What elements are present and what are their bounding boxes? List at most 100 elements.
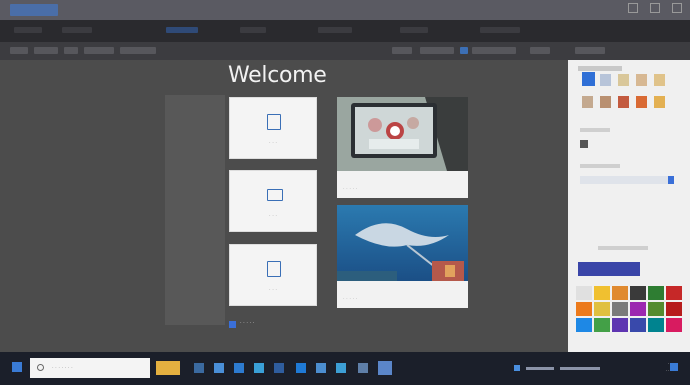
show-on-startup-checkbox[interactable]: [229, 321, 236, 328]
taskbar-app-icon[interactable]: [296, 363, 306, 373]
manta-ray-image: [337, 205, 468, 281]
notification-icon[interactable]: [670, 363, 678, 371]
color-swatch[interactable]: [576, 302, 592, 316]
toolbar-button[interactable]: [120, 47, 156, 54]
close-icon[interactable]: [672, 3, 682, 13]
taskbar-app-icon[interactable]: [336, 363, 346, 373]
style-thumbnail[interactable]: [600, 74, 611, 86]
template-icon: [267, 261, 281, 277]
slider-thumb[interactable]: [668, 176, 674, 184]
ribbon-tab[interactable]: [62, 27, 92, 33]
ribbon-tab[interactable]: [240, 27, 266, 33]
taskbar-app-icon[interactable]: [156, 361, 180, 375]
open-folder-icon: [267, 189, 283, 201]
color-swatch[interactable]: [648, 302, 664, 316]
style-thumbnail[interactable]: [654, 96, 665, 108]
toolbar-button[interactable]: [64, 47, 78, 54]
selected-color[interactable]: [578, 262, 640, 276]
new-document-icon: [267, 114, 281, 130]
color-swatch[interactable]: [666, 302, 682, 316]
app-title-badge: [10, 4, 58, 16]
style-thumbnail[interactable]: [636, 96, 647, 108]
ribbon-tabs: [0, 20, 690, 42]
background-slide: [165, 95, 225, 325]
toolbar: [0, 42, 690, 60]
style-thumbnail[interactable]: [582, 96, 593, 108]
ribbon-tab[interactable]: [14, 27, 42, 33]
style-thumbnail[interactable]: [636, 74, 647, 86]
windows-start-icon[interactable]: [12, 362, 22, 372]
toolbar-button[interactable]: [84, 47, 114, 54]
tray-icon[interactable]: [526, 366, 554, 370]
window-titlebar: [0, 0, 690, 20]
taskbar-app-icon[interactable]: [234, 363, 244, 373]
taskbar-app-icon[interactable]: [316, 363, 326, 373]
color-swatch[interactable]: [630, 286, 646, 300]
toolbar-button[interactable]: [420, 47, 454, 54]
taskbar-app-icon[interactable]: [274, 363, 284, 373]
style-thumbnail[interactable]: [618, 96, 629, 108]
style-thumbnail[interactable]: [600, 96, 611, 108]
ribbon-tab[interactable]: [400, 27, 428, 33]
toolbar-button[interactable]: [10, 47, 28, 54]
property-slider[interactable]: [580, 176, 674, 184]
style-thumbnail[interactable]: [618, 74, 629, 86]
color-swatch[interactable]: [648, 286, 664, 300]
toolbar-button[interactable]: [392, 47, 412, 54]
welcome-title: Welcome: [228, 63, 327, 88]
color-swatch[interactable]: [576, 318, 592, 332]
taskbar-search-box[interactable]: · · · · · · ·: [30, 358, 150, 378]
ribbon-tab-active[interactable]: [166, 27, 198, 33]
image-card-manta[interactable]: · · · · ·: [337, 205, 468, 308]
tray-icon[interactable]: [514, 365, 520, 371]
toolbar-button[interactable]: [472, 47, 516, 54]
image-card-presenter[interactable]: · · · · ·: [337, 97, 468, 198]
panel-header: [578, 66, 622, 71]
taskbar-app-icon[interactable]: [254, 363, 264, 373]
property-toggle[interactable]: [580, 140, 588, 148]
properties-panel: [568, 60, 690, 352]
maximize-icon[interactable]: [650, 3, 660, 13]
ribbon-tab[interactable]: [318, 27, 352, 33]
toolbar-button[interactable]: [530, 47, 550, 54]
card-label: · · ·: [269, 213, 277, 219]
manta-caption: · · · · ·: [343, 296, 358, 302]
toolbar-button[interactable]: [460, 47, 468, 54]
presenter-caption: · · · · ·: [343, 186, 358, 192]
search-icon: [37, 364, 44, 371]
open-folder-card[interactable]: · · ·: [229, 170, 317, 232]
toolbar-button[interactable]: [34, 47, 58, 54]
window-controls: [628, 3, 682, 13]
toolbar-button[interactable]: [575, 47, 605, 54]
color-swatch[interactable]: [630, 318, 646, 332]
minimize-icon[interactable]: [628, 3, 638, 13]
color-swatch[interactable]: [648, 318, 664, 332]
taskbar: · · · · · · · · ·· · ·: [0, 352, 690, 385]
color-swatch[interactable]: [576, 286, 592, 300]
template-card[interactable]: · · ·: [229, 244, 317, 306]
color-swatch[interactable]: [630, 302, 646, 316]
color-swatch[interactable]: [594, 286, 610, 300]
task-view-icon[interactable]: [194, 363, 204, 373]
taskbar-app-icon-active[interactable]: [378, 361, 392, 375]
color-swatch[interactable]: [612, 318, 628, 332]
color-swatch[interactable]: [594, 302, 610, 316]
color-swatch[interactable]: [594, 318, 610, 332]
color-swatch[interactable]: [666, 286, 682, 300]
property-label: [598, 246, 648, 250]
system-tray: [514, 362, 600, 374]
style-thumbnail-selected[interactable]: [582, 72, 595, 86]
show-on-startup-label: · · · · ·: [240, 320, 255, 326]
card-label: · · ·: [269, 287, 277, 293]
color-swatch[interactable]: [666, 318, 682, 332]
color-swatch[interactable]: [612, 286, 628, 300]
taskbar-app-icon[interactable]: [358, 363, 368, 373]
ribbon-tab[interactable]: [480, 27, 520, 33]
style-thumbnail[interactable]: [654, 74, 665, 86]
property-label: [580, 128, 610, 132]
color-swatch[interactable]: [612, 302, 628, 316]
tray-icon[interactable]: [560, 366, 600, 370]
taskbar-app-icon[interactable]: [214, 363, 224, 373]
new-document-card[interactable]: · · ·: [229, 97, 317, 159]
card-label: · · ·: [269, 140, 277, 146]
